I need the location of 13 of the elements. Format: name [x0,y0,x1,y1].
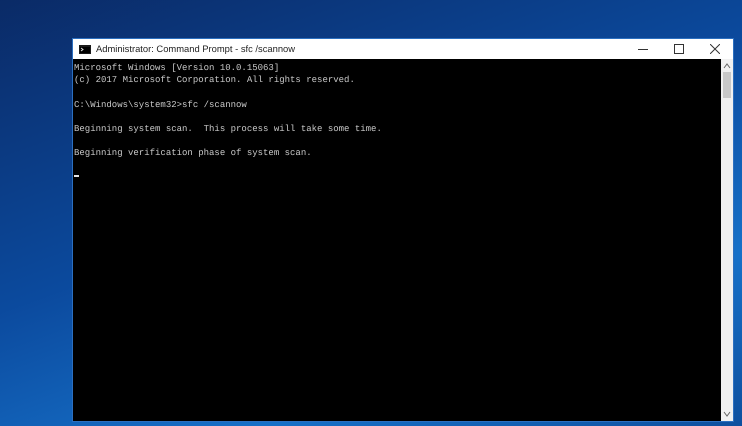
console-line: (c) 2017 Microsoft Corporation. All rights reserved. [74,74,355,86]
console-line: Beginning verification phase of system scan. [74,147,312,160]
scrollbar[interactable] [721,59,733,421]
maximize-icon [674,44,684,54]
scroll-up-icon[interactable] [723,62,731,70]
scroll-down-icon[interactable] [723,410,731,418]
console-line: Microsoft Windows [Version 10.0.15063] [74,62,280,74]
close-icon [710,44,720,54]
console-line: Beginning system scan. This process will take some time. [74,122,382,136]
window-title: Administrator: Command Prompt - sfc /scannow [96,42,296,56]
console-line: C:\Windows\system32>sfc /scannow [74,98,247,111]
scrollbar-thumb[interactable] [723,72,731,98]
console-app-icon [79,44,91,54]
